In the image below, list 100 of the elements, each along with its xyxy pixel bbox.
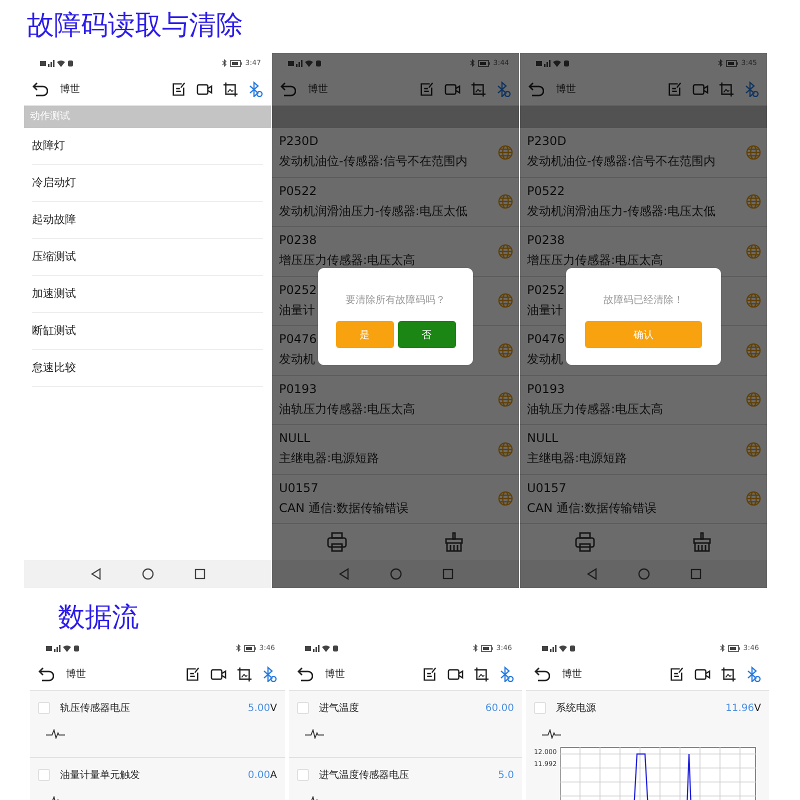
fault-code: U0157: [527, 480, 566, 495]
dialog-message: 要清除所有故障码吗？: [346, 294, 446, 307]
app-title: 博世: [308, 82, 328, 96]
back-icon[interactable]: [297, 666, 313, 682]
checkbox[interactable]: [297, 702, 309, 714]
back-icon[interactable]: [38, 666, 54, 682]
status-icons-drawing: [288, 60, 324, 66]
image-icon[interactable]: [721, 666, 736, 682]
broom-icon[interactable]: [444, 532, 464, 552]
menu-item[interactable]: 故障灯: [32, 128, 263, 165]
section-title: 故障码读取与清除: [27, 10, 244, 43]
battery-icon: [728, 644, 740, 652]
fault-code: P0238: [527, 233, 565, 248]
parameter-name: 进气温度传感器电压: [319, 768, 410, 782]
waveform-icon[interactable]: [542, 729, 562, 739]
fault-code: P0238: [279, 233, 317, 248]
battery-icon: [478, 60, 490, 66]
video-camera-icon[interactable]: [447, 666, 464, 682]
app-title: 博世: [325, 668, 345, 681]
printer-icon[interactable]: [574, 532, 595, 552]
fault-code: P0252: [279, 282, 317, 297]
fault-code: P0193: [527, 382, 565, 396]
parameter-name: 油量计量单元触发: [60, 768, 141, 782]
battery-icon: [726, 60, 738, 66]
parameter-value: 0.00A: [248, 770, 277, 780]
note-icon[interactable]: [669, 666, 684, 682]
bluetooth-icon[interactable]: [262, 666, 277, 682]
bluetooth-icon: [236, 644, 242, 652]
checkbox[interactable]: [38, 769, 50, 781]
back-icon[interactable]: [32, 81, 48, 97]
fault-code: P0522: [527, 184, 565, 198]
fault-description: 发动机: [527, 351, 563, 368]
fault-code: P0476: [527, 332, 565, 346]
battery-icon: [230, 60, 242, 66]
fault-description: 发动机润滑油压力-传感器:电压太低: [527, 202, 716, 220]
battery-icon: [244, 644, 256, 652]
fault-code: U0157: [279, 480, 318, 495]
dialog-message: 故障码已经清除！: [604, 294, 684, 307]
note-icon[interactable]: [422, 666, 437, 682]
recents-nav-icon[interactable]: [194, 568, 206, 580]
parameter-value: 5.0: [498, 770, 514, 780]
fault-description: CAN 通信:数据传输错误: [279, 500, 408, 517]
status-icons-drawing: [46, 644, 82, 652]
app-title: 博世: [556, 82, 576, 96]
bluetooth-icon[interactable]: [746, 666, 761, 682]
app-title: 博世: [66, 668, 86, 681]
bluetooth-icon: [222, 59, 228, 67]
image-icon[interactable]: [474, 666, 489, 682]
status-icons-drawing: [542, 644, 578, 652]
checkbox[interactable]: [38, 702, 50, 714]
fault-description: 油轨压力传感器:电压太高: [527, 400, 664, 418]
bluetooth-icon[interactable]: [248, 81, 263, 97]
parameter-name: 系统电源: [556, 702, 597, 715]
fault-description: 油轨压力传感器:电压太高: [279, 400, 416, 418]
status-icons-drawing: [40, 60, 76, 66]
video-camera-icon[interactable]: [196, 82, 213, 96]
fault-description: 发动机: [279, 351, 315, 368]
note-icon[interactable]: [185, 666, 200, 682]
menu-item[interactable]: 怠速比较: [32, 350, 263, 387]
fault-description: 发动机油位-传感器:信号不在范围内: [279, 153, 468, 170]
back-nav-icon[interactable]: [90, 568, 102, 580]
parameter-value: 5.00V: [248, 702, 277, 714]
home-nav-icon[interactable]: [142, 568, 154, 580]
section-header: 动作测试: [24, 106, 271, 128]
section-title: 数据流: [58, 602, 140, 635]
fault-code: NULL: [527, 431, 558, 446]
menu-item[interactable]: 冷启动灯: [32, 165, 263, 202]
bluetooth-icon[interactable]: [499, 666, 514, 682]
checkbox[interactable]: [534, 702, 546, 714]
fault-code: P230D: [279, 134, 318, 148]
bluetooth-icon[interactable]: [496, 81, 511, 97]
fault-description: CAN 通信:数据传输错误: [527, 500, 656, 517]
parameter-value: 11.96V: [726, 702, 761, 714]
image-icon[interactable]: [223, 82, 238, 96]
back-icon[interactable]: [534, 666, 550, 682]
fault-code: NULL: [279, 431, 310, 446]
bluetooth-icon: [470, 59, 476, 67]
bluetooth-icon[interactable]: [744, 81, 759, 97]
image-icon[interactable]: [237, 666, 252, 682]
bluetooth-icon: [720, 644, 726, 652]
fault-code: P0476: [279, 332, 317, 346]
fault-description: 增压压力传感器:电压太高: [279, 252, 416, 270]
menu-item[interactable]: 压缩测试: [32, 239, 263, 276]
menu-item[interactable]: 断缸测试: [32, 313, 263, 350]
no-button[interactable]: 否: [398, 321, 456, 348]
fault-description: 油量计: [527, 302, 563, 319]
video-camera-icon[interactable]: [694, 666, 711, 682]
bluetooth-icon: [473, 644, 478, 652]
menu-item[interactable]: 起动故障: [32, 202, 263, 239]
video-camera-icon[interactable]: [210, 666, 227, 682]
fault-description: 增压压力传感器:电压太高: [527, 252, 664, 270]
checkbox[interactable]: [297, 769, 309, 781]
printer-icon[interactable]: [326, 532, 347, 552]
broom-icon[interactable]: [692, 532, 712, 552]
app-title: 博世: [562, 668, 582, 681]
waveform-icon[interactable]: [46, 729, 66, 739]
fault-description: 主继电器:电源短路: [279, 450, 380, 468]
menu-item[interactable]: 加速测试: [32, 276, 263, 313]
note-icon[interactable]: [171, 82, 186, 96]
waveform-icon[interactable]: [305, 729, 325, 739]
